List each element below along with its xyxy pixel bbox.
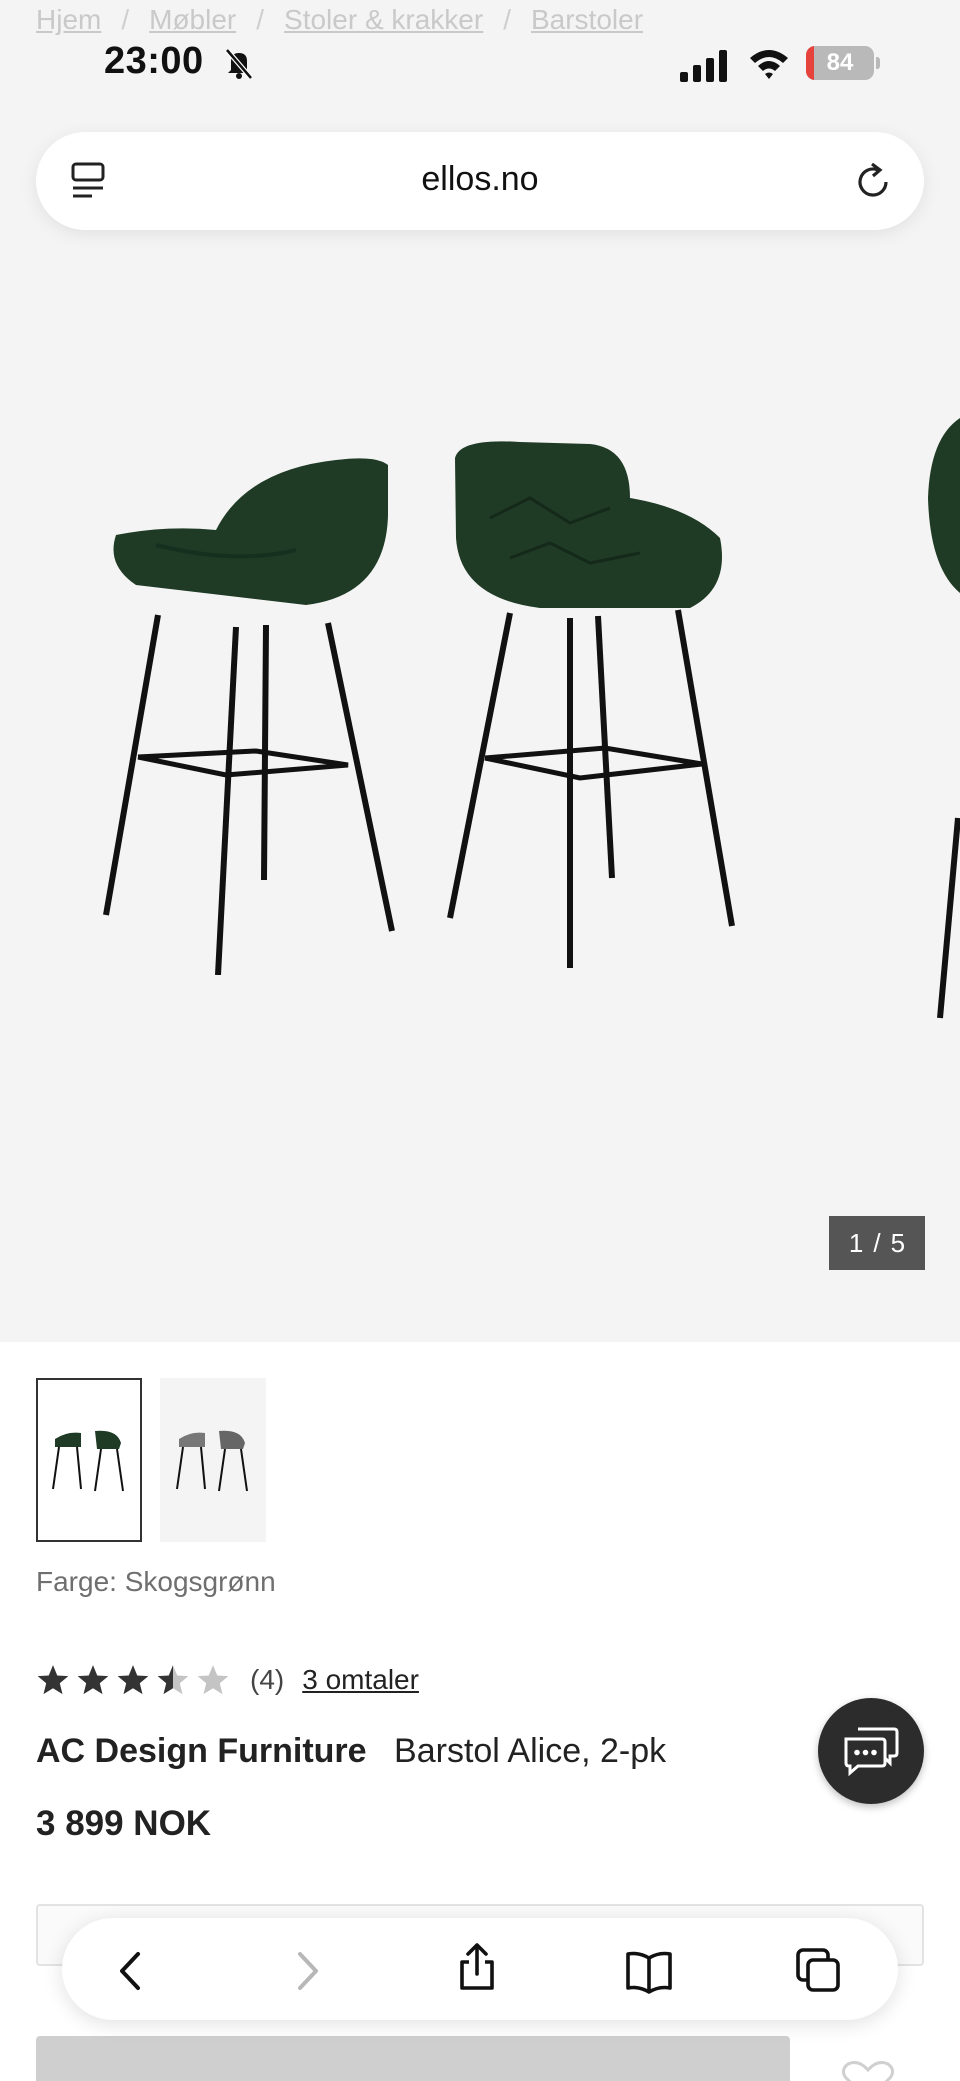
chair-partial-image	[928, 418, 960, 1019]
wifi-icon	[750, 50, 788, 79]
thumbnail-grey[interactable]	[160, 1378, 266, 1542]
thumbnail-green[interactable]	[36, 1378, 142, 1542]
image-counter-total: 5	[890, 1227, 906, 1258]
signal-icon	[680, 50, 727, 82]
battery-level: 84	[826, 49, 854, 76]
breadcrumb-barstools[interactable]: Barstoler	[531, 4, 643, 36]
image-counter: 1 / 5	[829, 1216, 925, 1270]
status-bar: 23:00 84	[0, 40, 960, 90]
breadcrumb-separator: /	[503, 4, 511, 35]
rating-stars	[36, 1663, 230, 1697]
tabs-icon[interactable]	[794, 1946, 844, 1996]
status-time: 23:00	[104, 40, 204, 82]
forward-icon[interactable]	[282, 1946, 332, 1996]
image-counter-current: 1	[848, 1227, 864, 1258]
star-full-icon	[117, 1665, 149, 1695]
breadcrumb-separator: /	[256, 4, 265, 35]
breadcrumb-chairs[interactable]: Stoler & krakker	[284, 4, 483, 36]
product-brand[interactable]: AC Design Furniture	[36, 1732, 367, 1770]
battery-icon: 84	[806, 46, 874, 80]
browser-url-bar[interactable]: ellos.no	[36, 132, 924, 230]
image-counter-separator: /	[873, 1227, 881, 1258]
bookmarks-icon[interactable]	[624, 1946, 674, 1996]
share-icon[interactable]	[452, 1942, 502, 1992]
product-price: 3 899 NOK	[36, 1804, 212, 1843]
star-half-icon	[157, 1665, 189, 1695]
product-name: Barstol Alice, 2-pk	[394, 1732, 667, 1770]
bell-slash-icon	[225, 48, 253, 80]
color-label: Farge: Skogsgrønn	[36, 1566, 276, 1597]
product-title: AC Design Furniture Barstol Alice, 2-pk	[36, 1732, 666, 1771]
star-full-icon	[37, 1665, 69, 1695]
chair-back-view-image	[103, 458, 395, 975]
breadcrumb-furniture[interactable]: Møbler	[149, 4, 236, 36]
rating-count: (4)	[250, 1664, 285, 1695]
chat-bubbles-icon	[844, 1727, 899, 1777]
breadcrumb-separator: /	[121, 4, 130, 35]
chat-button[interactable]	[818, 1698, 924, 1804]
breadcrumb-home[interactable]: Hjem	[36, 4, 101, 36]
star-full-icon	[77, 1665, 109, 1695]
breadcrumb: Hjem / Møbler / Stoler & krakker / Barst…	[36, 4, 643, 36]
star-empty-icon	[197, 1665, 229, 1695]
reload-icon[interactable]	[854, 160, 894, 202]
browser-toolbar	[62, 1918, 898, 2020]
url-text[interactable]: ellos.no	[36, 160, 924, 199]
back-icon[interactable]	[106, 1946, 156, 1996]
chair-front-view-image	[447, 441, 735, 968]
add-to-cart-button[interactable]	[36, 2036, 790, 2081]
heart-icon[interactable]	[838, 2060, 898, 2081]
reviews-link[interactable]: 3 omtaler	[302, 1664, 419, 1696]
thumbnail-green-image	[52, 1430, 124, 1492]
rating-row: (4) 3 omtaler	[36, 1660, 419, 1700]
thumbnail-strip	[36, 1378, 266, 1542]
thumbnail-grey-image	[176, 1430, 248, 1492]
